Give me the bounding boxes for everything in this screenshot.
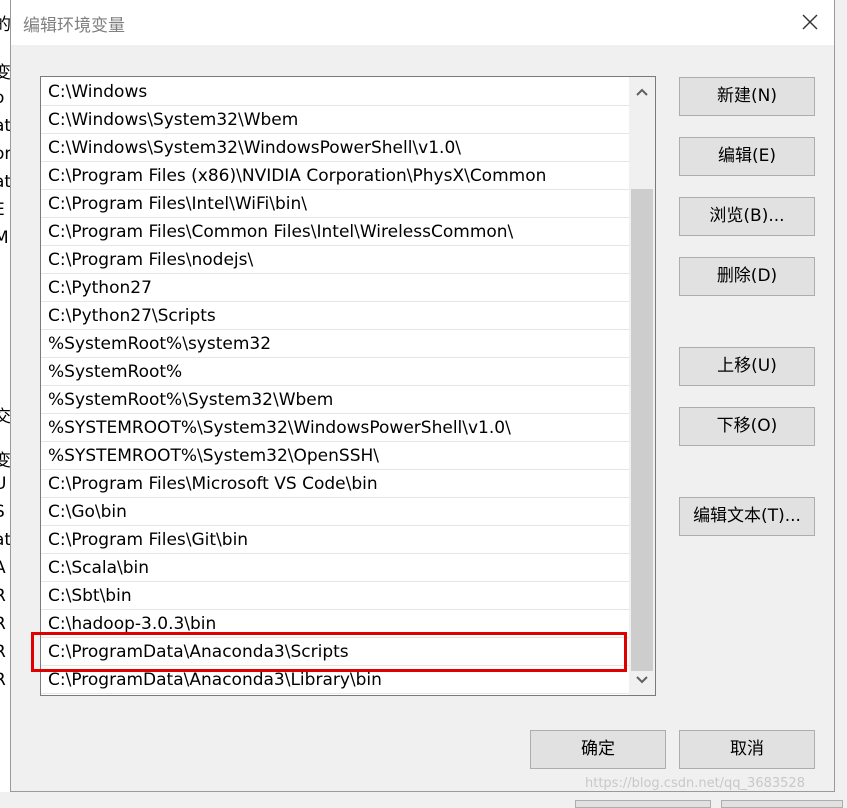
list-item[interactable]: C:\Windows\System32\Wbem bbox=[41, 106, 629, 134]
list-item[interactable]: C:\Program Files (x86)\NVIDIA Corporatio… bbox=[41, 162, 629, 190]
move-down-button[interactable]: 下移(O) bbox=[679, 407, 815, 446]
list-item[interactable]: C:\ProgramData\Anaconda3\Library\bin bbox=[41, 666, 629, 694]
edit-button[interactable]: 编辑(E) bbox=[679, 137, 815, 176]
list-item[interactable]: C:\Program Files\nodejs\ bbox=[41, 246, 629, 274]
path-list: C:\Windows C:\Windows\System32\Wbem C:\Win… bbox=[41, 78, 629, 694]
cancel-button[interactable]: 取消 bbox=[679, 730, 815, 769]
chevron-down-icon bbox=[636, 676, 648, 684]
bg-fragment: A bbox=[0, 558, 6, 578]
bg-fragment: U bbox=[0, 474, 7, 494]
list-item[interactable]: %SystemRoot%\System32\Wbem bbox=[41, 386, 629, 414]
list-item[interactable]: C:\Go\bin bbox=[41, 498, 629, 526]
bg-fragment: R bbox=[0, 614, 6, 634]
scroll-up-button[interactable] bbox=[629, 77, 655, 107]
list-item[interactable]: C:\Program Files\Microsoft VS Code\bin bbox=[41, 470, 629, 498]
bg-fragment: R bbox=[0, 642, 6, 662]
chevron-up-icon bbox=[636, 88, 648, 96]
close-button[interactable] bbox=[798, 10, 822, 34]
background-window-right bbox=[835, 0, 847, 806]
scroll-down-button[interactable] bbox=[629, 665, 655, 695]
bg-fragment: E bbox=[0, 200, 5, 220]
ok-button[interactable]: 确定 bbox=[530, 730, 666, 769]
list-item[interactable]: C:\Scala\bin bbox=[41, 554, 629, 582]
list-item[interactable]: C:\Python27\Scripts bbox=[41, 302, 629, 330]
list-item[interactable]: C:\Program Files\Git\bin bbox=[41, 526, 629, 554]
title-bar: 编辑环境变量 bbox=[11, 0, 834, 45]
bg-fragment: R bbox=[0, 670, 6, 690]
background-window-bottom bbox=[0, 792, 847, 808]
list-item[interactable]: %SystemRoot% bbox=[41, 358, 629, 386]
new-button[interactable]: 新建(N) bbox=[679, 77, 815, 116]
list-item[interactable]: C:\Program Files\Intel\WiFi\bin\ bbox=[41, 190, 629, 218]
browse-button[interactable]: 浏览(B)... bbox=[679, 197, 815, 236]
list-item[interactable]: %SystemRoot%\system32 bbox=[41, 330, 629, 358]
list-item[interactable]: C:\Sbt\bin bbox=[41, 582, 629, 610]
watermark: https://blog.csdn.net/qq_3683528 bbox=[585, 776, 805, 791]
edit-env-variable-dialog: 编辑环境变量 C:\Windows C:\Windows\System32\Wbe… bbox=[10, 0, 835, 792]
list-item[interactable]: %SYSTEMROOT%\System32\WindowsPowerShell\… bbox=[41, 414, 629, 442]
list-item[interactable]: %SYSTEMROOT%\System32\OpenSSH\ bbox=[41, 442, 629, 470]
path-listbox[interactable]: C:\Windows C:\Windows\System32\Wbem C:\Win… bbox=[40, 76, 656, 696]
vertical-scrollbar[interactable] bbox=[629, 77, 655, 695]
background-button bbox=[721, 800, 843, 808]
scroll-thumb[interactable] bbox=[631, 189, 653, 671]
list-item[interactable]: C:\hadoop-3.0.3\bin bbox=[41, 610, 629, 638]
list-item[interactable]: C:\Windows bbox=[41, 78, 629, 106]
list-item[interactable]: C:\ProgramData\Anaconda3\Scripts bbox=[41, 638, 629, 666]
bg-fragment: o bbox=[0, 88, 4, 108]
move-up-button[interactable]: 上移(U) bbox=[679, 347, 815, 386]
list-item[interactable]: C:\Program Files\Common Files\Intel\Wire… bbox=[41, 218, 629, 246]
list-item[interactable]: C:\Windows\System32\WindowsPowerShell\v1… bbox=[41, 134, 629, 162]
bg-fragment: R bbox=[0, 586, 6, 606]
list-item[interactable]: C:\Python27 bbox=[41, 274, 629, 302]
delete-button[interactable]: 删除(D) bbox=[679, 257, 815, 296]
background-button bbox=[575, 800, 711, 808]
bg-fragment: S bbox=[0, 502, 5, 522]
dialog-title: 编辑环境变量 bbox=[23, 16, 125, 36]
close-icon bbox=[802, 14, 818, 30]
bg-fragment: M bbox=[0, 228, 9, 248]
edit-text-button[interactable]: 编辑文本(T)... bbox=[679, 497, 815, 536]
